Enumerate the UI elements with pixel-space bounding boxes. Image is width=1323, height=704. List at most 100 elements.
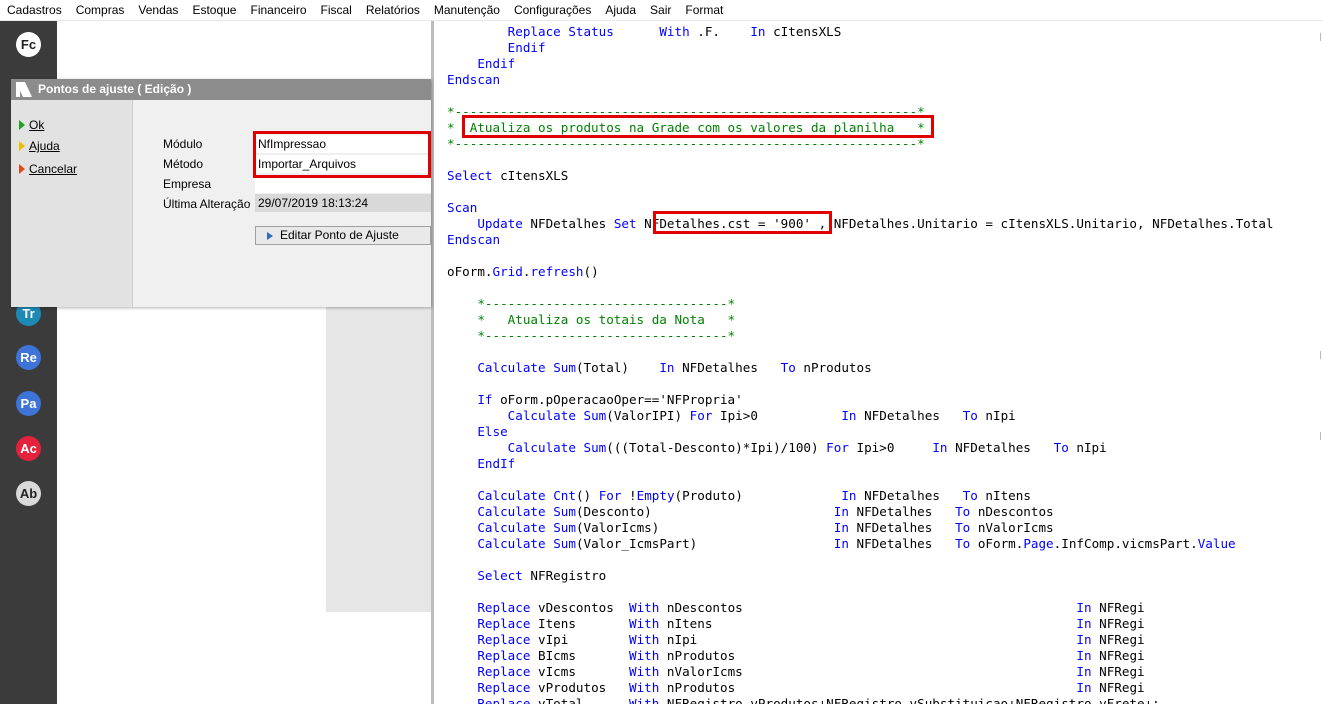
code-line: Scan bbox=[447, 200, 477, 215]
menu-item-ajuda[interactable]: Ajuda bbox=[598, 0, 643, 20]
code-token: Calculate bbox=[477, 536, 546, 551]
code-token: nProdutos bbox=[795, 360, 872, 375]
code-token: Calculate bbox=[507, 408, 576, 423]
menu-item-sair[interactable]: Sair bbox=[643, 0, 678, 20]
play-icon bbox=[267, 231, 273, 240]
sidebar-fc-icon[interactable]: Fc bbox=[16, 32, 41, 57]
code-token: In bbox=[1076, 680, 1092, 695]
sidebar-re-icon[interactable]: Re bbox=[16, 345, 41, 370]
play-icon bbox=[19, 164, 25, 174]
code-line: Replace BIcms With nProdutos In NFRegi bbox=[447, 648, 1144, 663]
code-line: Select NFRegistro bbox=[447, 568, 606, 583]
code-token: Replace bbox=[477, 616, 531, 631]
scrollbar-marker bbox=[1320, 351, 1321, 359]
ok-button[interactable]: Ok bbox=[19, 118, 44, 132]
code-token: (ValorIPI) bbox=[606, 408, 690, 423]
code-line: Calculate Sum(((Total-Desconto)*Ipi)/100… bbox=[447, 440, 1107, 455]
code-token: Select bbox=[447, 168, 493, 183]
code-token: Sum bbox=[583, 440, 607, 455]
play-icon bbox=[19, 120, 25, 130]
code-token: .F. bbox=[689, 24, 751, 39]
ajuda-button[interactable]: Ajuda bbox=[19, 139, 60, 153]
code-line: Replace vIcms With nValorIcms In NFRegi bbox=[447, 664, 1144, 679]
code-token: (ValorIcms) bbox=[575, 520, 834, 535]
code-token: In bbox=[1076, 616, 1092, 631]
code-token: To bbox=[962, 408, 978, 423]
editar-ponto-de-ajuste-button[interactable]: Editar Ponto de Ajuste bbox=[255, 226, 431, 245]
code-token: .InfComp.vicmsPart. bbox=[1053, 536, 1198, 551]
metodo-label: Método bbox=[163, 157, 204, 171]
code-token: Replace bbox=[477, 648, 531, 663]
code-token: With bbox=[629, 632, 660, 647]
code-token: Ipi>0 bbox=[848, 440, 933, 455]
code-line: * Atualiza os totais da Nota * bbox=[447, 312, 735, 327]
code-token: nValorIcms bbox=[659, 664, 1077, 679]
highlight-comment-box bbox=[462, 115, 934, 138]
menu-item-estoque[interactable]: Estoque bbox=[185, 0, 243, 20]
code-token: NFRegistro bbox=[522, 568, 607, 583]
menu-item-compras[interactable]: Compras bbox=[69, 0, 132, 20]
highlight-cst-box bbox=[653, 211, 832, 234]
highlight-fields-box bbox=[253, 131, 431, 178]
code-token: cItensXLS bbox=[492, 168, 569, 183]
code-token: Calculate bbox=[507, 440, 576, 455]
code-token: (Total) bbox=[575, 360, 660, 375]
menu-item-format[interactable]: Format bbox=[678, 0, 730, 20]
code-token: If bbox=[477, 392, 493, 407]
code-token: For bbox=[689, 408, 713, 423]
code-token: oForm.pOperacaoOper=='NFPropria' bbox=[492, 392, 743, 407]
code-token: In bbox=[1076, 600, 1092, 615]
code-token: nIpi bbox=[1068, 440, 1107, 455]
code-token: NFDetalhes bbox=[947, 440, 1054, 455]
sidebar-pa-icon[interactable]: Pa bbox=[16, 391, 41, 416]
code-token: vProdutos bbox=[530, 680, 629, 695]
code-token: nItens bbox=[659, 616, 1077, 631]
code-token: Calculate bbox=[477, 360, 546, 375]
sidebar-ac-icon[interactable]: Ac bbox=[16, 436, 41, 461]
code-token: Update bbox=[477, 216, 523, 231]
code-line: Replace Status With .F. In cItensXLS bbox=[447, 24, 842, 39]
code-token: With bbox=[629, 680, 660, 695]
code-token: (Produto) bbox=[674, 488, 842, 503]
code-line: Endscan bbox=[447, 72, 500, 87]
code-token: In bbox=[750, 24, 766, 39]
code-token: nIpi bbox=[977, 408, 1016, 423]
dialog-title-bar[interactable]: Pontos de ajuste ( Edição ) bbox=[11, 79, 431, 100]
code-token: Sum bbox=[583, 408, 607, 423]
menu-item-relat-rios[interactable]: Relatórios bbox=[359, 0, 427, 20]
code-token: BIcms bbox=[530, 648, 629, 663]
code-token: Endscan bbox=[447, 72, 501, 87]
code-line: Calculate Sum(ValorIcms) In NFDetalhes T… bbox=[447, 520, 1053, 535]
code-line: Calculate Sum(Desconto) In NFDetalhes To… bbox=[447, 504, 1053, 519]
code-token: NFDetalhes bbox=[674, 360, 781, 375]
code-editor[interactable]: Replace Status With .F. In cItensXLS End… bbox=[434, 21, 1323, 704]
modulo-label: Módulo bbox=[163, 137, 203, 151]
code-token: To bbox=[955, 504, 971, 519]
code-line: Replace vTotal With NFRegistro.vProdutos… bbox=[447, 696, 1159, 704]
menu-item-cadastros[interactable]: Cadastros bbox=[0, 0, 69, 20]
code-token: With bbox=[629, 600, 660, 615]
sidebar-ab-icon[interactable]: Ab bbox=[16, 481, 41, 506]
menu-item-manuten-o[interactable]: Manutenção bbox=[427, 0, 507, 20]
code-token: With bbox=[629, 696, 660, 704]
cancelar-button[interactable]: Cancelar bbox=[19, 162, 77, 176]
code-token: To bbox=[780, 360, 796, 375]
code-token: NFDetalhes bbox=[856, 488, 963, 503]
menu-item-financeiro[interactable]: Financeiro bbox=[243, 0, 313, 20]
code-token: With bbox=[629, 616, 660, 631]
code-token: Page bbox=[1023, 536, 1054, 551]
menu-item-fiscal[interactable]: Fiscal bbox=[314, 0, 359, 20]
menu-item-vendas[interactable]: Vendas bbox=[131, 0, 185, 20]
code-token: Replace bbox=[477, 680, 531, 695]
menu-item-configura-es[interactable]: Configurações bbox=[507, 0, 598, 20]
code-line: Replace vDescontos With nDescontos In NF… bbox=[447, 600, 1144, 615]
